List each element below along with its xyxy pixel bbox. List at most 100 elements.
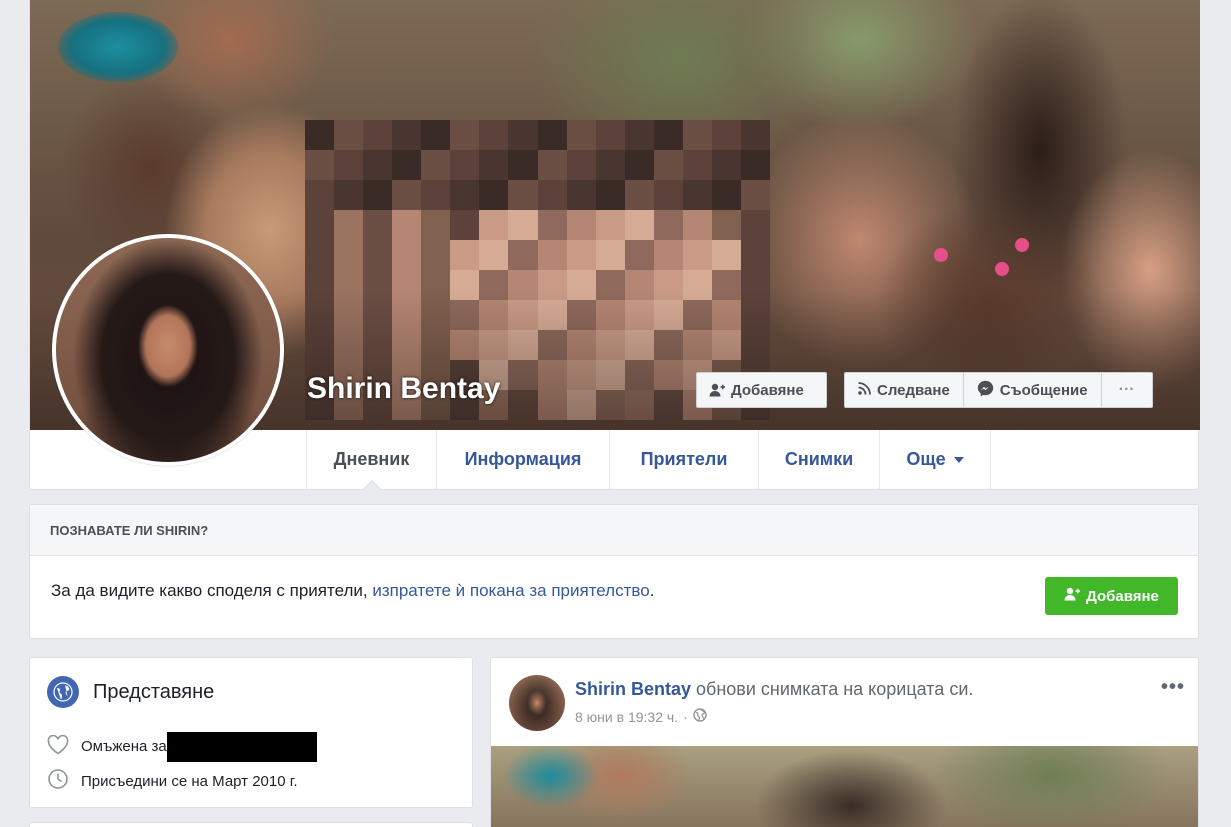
post-cover-photo[interactable] [491, 746, 1198, 827]
mosaic-tile [595, 180, 625, 210]
add-friend-icon [1064, 587, 1081, 605]
more-options-label: ··· [1118, 381, 1135, 398]
mosaic-tile [479, 210, 509, 240]
mosaic-tile [421, 180, 451, 210]
mosaic-tile [653, 240, 683, 270]
mosaic-tile [566, 240, 596, 270]
mosaic-tile [740, 150, 770, 180]
mosaic-tile [363, 210, 393, 240]
post-action-text: обнови снимката на корицата си. [691, 679, 974, 699]
add-friend-button[interactable]: Добавяне [696, 372, 827, 408]
redacted-name [166, 732, 317, 762]
tab-friends[interactable]: Приятели [610, 430, 759, 489]
message-button[interactable]: Съобщение [964, 373, 1102, 407]
more-options-button[interactable]: ··· [1102, 373, 1152, 407]
mosaic-tile [711, 180, 741, 210]
post-header: Shirin Bentay обнови снимката на корицат… [575, 679, 973, 700]
intro-married-row: Омъжена за [47, 732, 317, 762]
mosaic-tile [711, 150, 741, 180]
mosaic-tile [334, 150, 364, 180]
mosaic-tile [392, 240, 422, 270]
post-author-avatar[interactable] [509, 675, 565, 731]
mosaic-tile [537, 150, 567, 180]
post-options-button[interactable]: ••• [1161, 676, 1185, 699]
mosaic-tile [305, 180, 335, 210]
mosaic-tile [508, 150, 538, 180]
tab-about-label: Информация [464, 449, 582, 469]
send-friend-request-link[interactable]: изпратете ѝ покана за приятелство [372, 581, 649, 600]
mosaic-tile [392, 210, 422, 240]
mosaic-tile [508, 240, 538, 270]
mosaic-tile [421, 120, 451, 150]
mosaic-tile [421, 210, 451, 240]
mosaic-tile [450, 210, 480, 240]
heart-icon [47, 734, 69, 759]
messenger-icon [977, 380, 994, 401]
profile-header-card: Shirin Bentay Добавяне Следване Съобщени… [29, 0, 1200, 490]
caret-down-icon [953, 456, 964, 463]
tab-more[interactable]: Още [880, 430, 991, 489]
mosaic-tile [450, 180, 480, 210]
profile-picture-frame[interactable] [52, 234, 284, 466]
clock-icon [47, 768, 69, 794]
mosaic-tile [653, 210, 683, 240]
mosaic-tile [624, 150, 654, 180]
mosaic-tile [595, 120, 625, 150]
mosaic-tile [682, 180, 712, 210]
tab-timeline[interactable]: Дневник [307, 430, 437, 490]
mosaic-tile [421, 240, 451, 270]
mosaic-tile [537, 180, 567, 210]
follow-label: Следване [877, 381, 950, 399]
mosaic-tile [334, 210, 364, 240]
mosaic-tile [595, 150, 625, 180]
mosaic-tile [508, 120, 538, 150]
tab-friends-label: Приятели [640, 449, 728, 469]
mosaic-tile [624, 240, 654, 270]
post-timestamp[interactable]: 8 юни в 19:32 ч. [575, 709, 678, 725]
mosaic-tile [740, 180, 770, 210]
mosaic-tile [363, 150, 393, 180]
mosaic-tile [479, 120, 509, 150]
profile-action-group: Следване Съобщение ··· [844, 372, 1153, 408]
mosaic-tile [653, 120, 683, 150]
tab-more-label: Още [906, 449, 946, 469]
cover-photo-detail [934, 248, 948, 262]
mosaic-tile [711, 120, 741, 150]
mosaic-tile [624, 180, 654, 210]
rss-icon [858, 381, 871, 399]
mosaic-tile [334, 120, 364, 150]
add-friend-green-button[interactable]: Добавяне [1045, 577, 1178, 615]
mosaic-tile [334, 180, 364, 210]
mosaic-tile [392, 120, 422, 150]
next-sidebar-card [29, 822, 473, 827]
profile-picture[interactable] [56, 238, 280, 462]
follow-button[interactable]: Следване [845, 373, 964, 407]
mosaic-tile [682, 210, 712, 240]
mosaic-tile [479, 150, 509, 180]
intro-joined-row: Присъедини се на Март 2010 г. [47, 768, 298, 794]
mosaic-tile [566, 180, 596, 210]
married-label-text: Омъжена за [81, 737, 167, 755]
mosaic-tile [624, 120, 654, 150]
tab-photos[interactable]: Снимки [759, 430, 880, 489]
mosaic-tile [682, 120, 712, 150]
mosaic-tile [305, 210, 335, 240]
profile-name[interactable]: Shirin Bentay [307, 372, 500, 406]
mosaic-tile [363, 240, 393, 270]
mosaic-tile [537, 210, 567, 240]
tab-about[interactable]: Информация [437, 430, 610, 489]
mosaic-tile [479, 180, 509, 210]
mosaic-tile [566, 210, 596, 240]
mosaic-tile [711, 240, 741, 270]
intro-card: Представяне Омъжена за Присъедини се на … [29, 657, 473, 808]
mosaic-tile [392, 150, 422, 180]
cover-photo-detail [58, 12, 178, 82]
post-author-name[interactable]: Shirin Bentay [575, 679, 691, 699]
mosaic-tile [653, 180, 683, 210]
public-globe-icon[interactable] [693, 708, 707, 725]
post-meta: 8 юни в 19:32 ч. · [575, 708, 707, 725]
post-meta-separator: · [683, 708, 688, 725]
add-friend-green-label: Добавяне [1086, 587, 1159, 605]
joined-text: Присъедини се на Март 2010 г. [81, 772, 298, 790]
mosaic-tile [740, 120, 770, 150]
